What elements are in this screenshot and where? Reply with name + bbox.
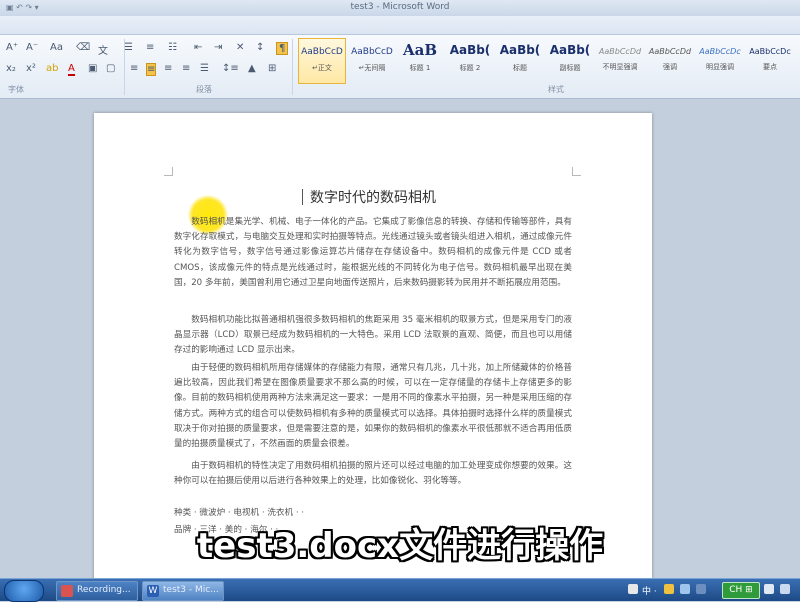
tray-icon[interactable]	[628, 584, 638, 594]
superscript-button[interactable]: x²	[26, 63, 36, 74]
ribbon: A⁺ A⁻ Aa ⌫ 文 ☰ ≡ ☷ ⇤ ⇥ ✕ ↕ ¶ x₂ x² ab A …	[0, 35, 800, 99]
title-bar: ▣ ↶ ↷ ▾ test3 - Microsoft Word	[0, 0, 800, 17]
word-icon: W	[147, 585, 159, 597]
distributed-button[interactable]: ☰	[200, 63, 209, 74]
numbering-button[interactable]: ≡	[146, 42, 154, 53]
clear-format-button[interactable]: ⌫	[76, 42, 90, 53]
paragraph-group-label: 段落	[196, 85, 212, 94]
change-case-button[interactable]: Aa	[50, 42, 63, 53]
style-title[interactable]: AaBb( 标题	[496, 38, 544, 84]
borders-button[interactable]: ⊞	[268, 63, 276, 74]
network-icon[interactable]	[780, 584, 790, 594]
tray-icon[interactable]	[680, 584, 690, 594]
style-strong[interactable]: AaBbCcDc 要点	[746, 38, 794, 84]
paragraph-1[interactable]: 数码相机是集光学、机械、电子一体化的产品。它集成了影像信息的转换、存储和传输等部…	[174, 215, 572, 291]
style-normal[interactable]: AaBbCcD ↵正文	[298, 38, 346, 84]
volume-icon[interactable]	[764, 584, 774, 594]
taskbar-button-label: Recording...	[77, 585, 131, 595]
justify-button[interactable]: ≡	[182, 63, 190, 74]
show-marks-button[interactable]: ¶	[276, 42, 289, 55]
document-page[interactable]: 数字时代的数码相机 数码相机是集光学、机械、电子一体化的产品。它集成了影像信息的…	[94, 113, 652, 583]
style-name: 副标题	[559, 64, 581, 72]
font-group-label: 字体	[8, 85, 24, 94]
align-left-button[interactable]: ≡	[130, 63, 138, 74]
video-caption: test3.docx文件进行操作	[196, 526, 604, 566]
style-no-spacing[interactable]: AaBbCcD ↵无间隔	[348, 38, 396, 84]
subscript-button[interactable]: x₂	[6, 63, 16, 74]
style-name: 要点	[763, 63, 777, 71]
ribbon-separator	[292, 39, 293, 95]
style-heading-2[interactable]: AaBb( 标题 2	[446, 38, 494, 84]
char-border-button[interactable]: ▢	[106, 63, 115, 74]
style-name: 明显强调	[706, 63, 734, 71]
align-right-button[interactable]: ≡	[164, 63, 172, 74]
list-row-types[interactable]: 种类 · 微波炉 · 电视机 · 洗衣机 · ·	[174, 506, 304, 518]
font-toolbar-row-1: A⁺ A⁻ Aa ⌫ 文 ☰ ≡ ☷ ⇤ ⇥ ✕ ↕ ¶	[0, 42, 290, 58]
multilevel-list-button[interactable]: ☷	[168, 42, 177, 53]
style-sample: AaBbCcDc	[749, 47, 791, 56]
crop-mark	[164, 167, 173, 176]
style-emphasis[interactable]: AaBbCcDd 强调	[646, 38, 694, 84]
ribbon-tabs	[0, 16, 800, 35]
line-spacing-button[interactable]: ↕≡	[222, 63, 239, 74]
styles-group-label: 样式	[548, 85, 564, 94]
document-title[interactable]: 数字时代的数码相机	[94, 187, 652, 207]
sort-button[interactable]: ↕	[256, 42, 264, 53]
style-subtle-emphasis[interactable]: AaBbCcDd 不明显强调	[596, 38, 644, 84]
text-caret	[302, 189, 303, 205]
style-name: 标题 1	[409, 64, 431, 72]
style-name: ↵正文	[312, 64, 332, 72]
ribbon-separator	[124, 39, 125, 95]
style-sample: AaBbCcDd	[598, 47, 642, 56]
style-name: 不明显强调	[602, 63, 638, 71]
style-sample: AaBbCcDc	[699, 47, 741, 56]
style-sample: AaBb(	[549, 43, 591, 57]
paragraph-3[interactable]: 由于轻便的数码相机所用存储媒体的存储能力有限，通常只有几兆，几十兆，加上所储藏体…	[174, 361, 572, 452]
paragraph-2[interactable]: 数码相机功能比拟普通相机强很多数码相机的焦距采用 35 毫米相机的取景方式，但是…	[174, 313, 572, 359]
style-sample: AaBb(	[449, 43, 491, 57]
taskbar-button-word[interactable]: W test3 - Mic...	[142, 581, 224, 601]
document-workspace: 数字时代的数码相机 数码相机是集光学、机械、电子一体化的产品。它集成了影像信息的…	[0, 99, 800, 583]
style-name: ↵无间隔	[358, 64, 386, 72]
char-shading-button[interactable]: ▣	[88, 63, 97, 74]
taskbar: Recording... W test3 - Mic... 中 · CH ⊞	[0, 578, 800, 602]
style-subtitle[interactable]: AaBb( 副标题	[546, 38, 594, 84]
style-sample: AaBbCcD	[351, 47, 393, 57]
style-sample: AaB	[402, 41, 438, 59]
style-intense-emphasis[interactable]: AaBbCcDc 明显强调	[696, 38, 744, 84]
taskbar-button-label: test3 - Mic...	[163, 585, 219, 595]
bullets-button[interactable]: ☰	[124, 42, 133, 53]
grow-font-button[interactable]: A⁺	[6, 42, 18, 53]
align-center-button[interactable]: ≡	[146, 63, 157, 76]
shrink-font-button[interactable]: A⁻	[26, 42, 38, 53]
tray-icon[interactable]	[664, 584, 674, 594]
window-title: test3 - Microsoft Word	[350, 2, 450, 12]
recorder-icon	[61, 585, 73, 597]
style-name: 标题 2	[459, 64, 481, 72]
style-sample: AaBbCcDd	[648, 47, 692, 56]
crop-mark	[572, 167, 581, 176]
start-button[interactable]	[4, 580, 44, 602]
language-badge[interactable]: CH ⊞	[722, 582, 760, 599]
style-sample: AaBb(	[499, 43, 541, 57]
style-heading-1[interactable]: AaB 标题 1	[396, 38, 444, 84]
shading-button[interactable]: ▲	[248, 63, 256, 74]
phonetic-button[interactable]: 文	[98, 42, 108, 57]
tray-icon[interactable]	[696, 584, 706, 594]
taskbar-button-recording[interactable]: Recording...	[56, 581, 138, 601]
chinese-layout-button[interactable]: ✕	[236, 42, 244, 53]
font-toolbar-row-2: x₂ x² ab A ▣ ▢ ≡ ≡ ≡ ≡ ☰ ↕≡ ▲ ⊞	[0, 63, 290, 79]
decrease-indent-button[interactable]: ⇤	[194, 42, 202, 53]
highlight-button[interactable]: ab	[46, 63, 58, 74]
increase-indent-button[interactable]: ⇥	[214, 42, 222, 53]
system-tray: 中 · CH ⊞	[624, 579, 800, 601]
style-sample: AaBbCcD	[301, 47, 343, 57]
ime-indicator[interactable]: 中 ·	[642, 584, 657, 597]
style-name: 强调	[663, 63, 677, 71]
font-color-button[interactable]: A	[68, 63, 75, 76]
style-name: 标题	[513, 64, 527, 72]
paragraph-4[interactable]: 由于数码相机的特性决定了用数码相机拍摄的照片还可以经过电脑的加工处理变成你想要的…	[174, 459, 572, 489]
